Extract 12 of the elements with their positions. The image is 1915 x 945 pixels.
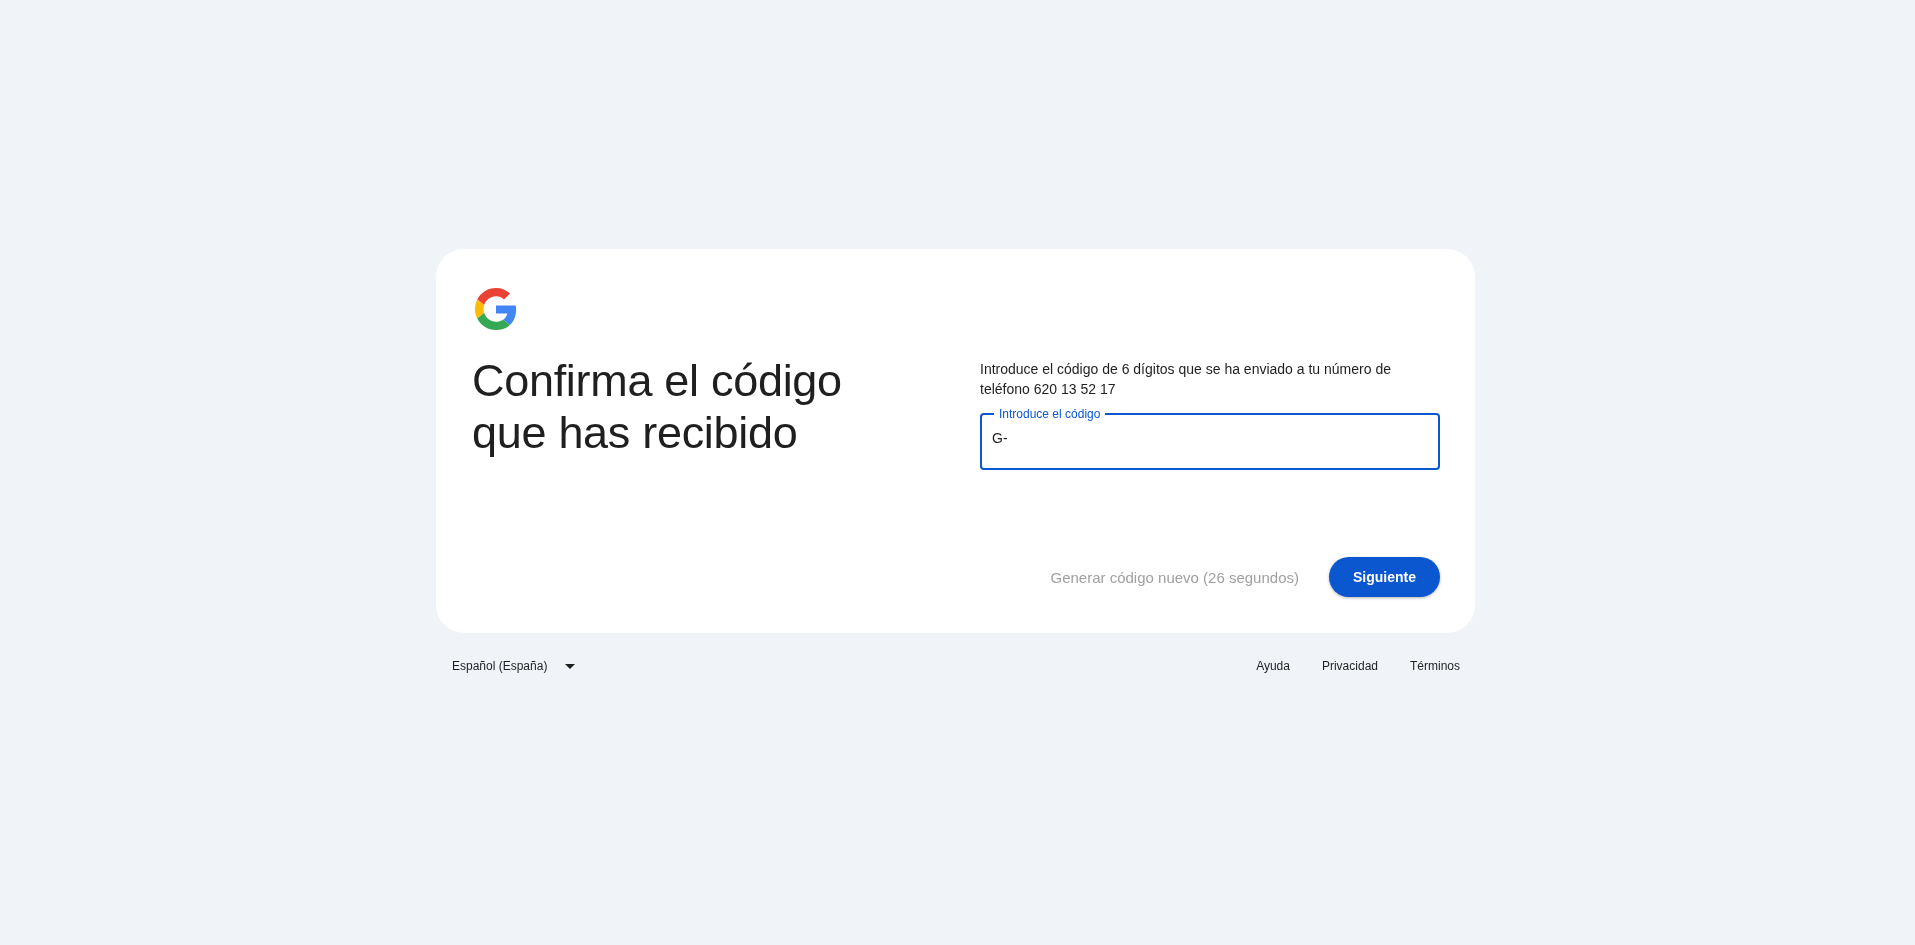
- next-button[interactable]: Siguiente: [1329, 557, 1440, 597]
- code-input[interactable]: G-: [992, 430, 1392, 446]
- field-label: Introduce el código: [999, 407, 1101, 421]
- g-logo-icon: [475, 288, 517, 330]
- instructions-text: Introduce el código de 6 dígitos que se ha enviado a tu número de teléfono 620 13 52 17: [980, 360, 1392, 399]
- footer-link[interactable]: Términos: [1394, 653, 1475, 679]
- language-selector[interactable]: Español (España): [436, 653, 592, 679]
- caret-icon: [565, 663, 576, 669]
- footer-link[interactable]: Privacidad: [1305, 653, 1394, 679]
- page-heading: Confirma el código que has recibido: [472, 355, 843, 459]
- code-input-field[interactable]: Introduce el código G-: [980, 407, 1440, 470]
- footer-link[interactable]: Ayuda: [1240, 653, 1306, 679]
